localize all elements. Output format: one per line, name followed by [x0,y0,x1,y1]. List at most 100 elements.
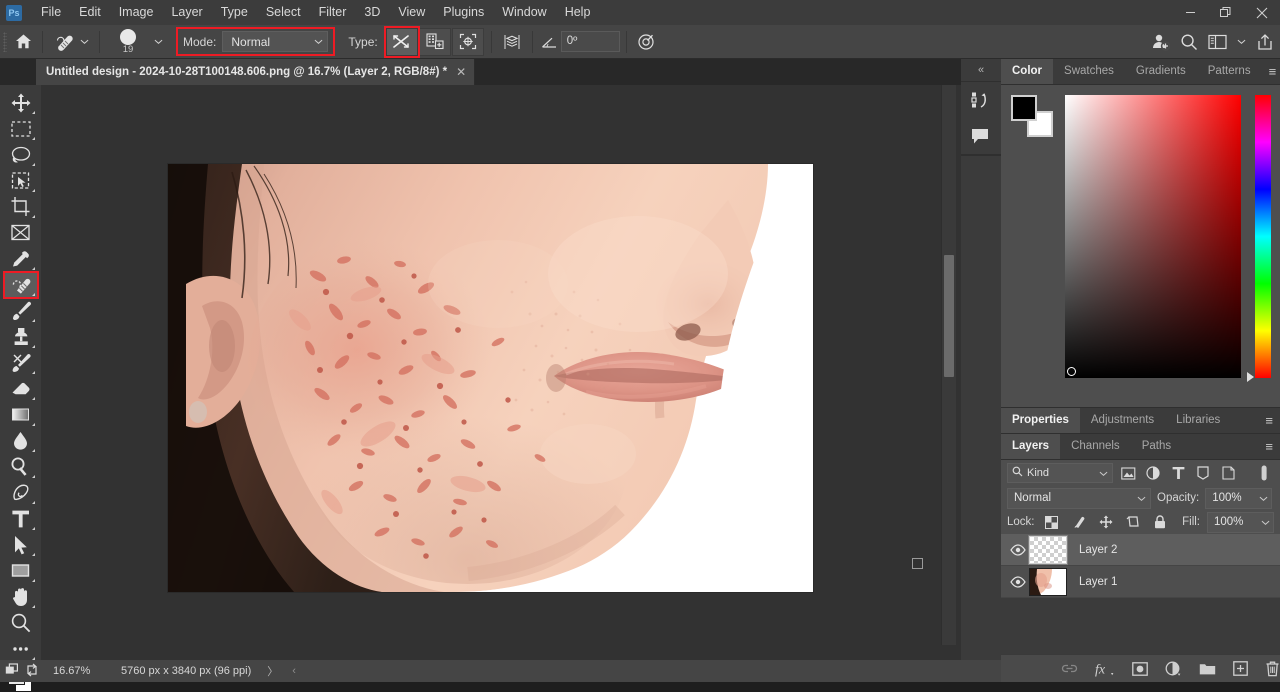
object-selection-tool[interactable] [4,168,38,194]
lock-all-icon[interactable] [1150,512,1170,532]
history-panel-icon[interactable] [961,82,999,118]
comments-panel-icon[interactable] [961,118,999,154]
history-brush-tool[interactable] [4,350,38,376]
delete-layer-icon[interactable] [1265,661,1280,677]
type-filter-icon[interactable] [1168,463,1188,483]
share-person-icon[interactable] [1151,32,1170,51]
mode-select[interactable]: Normal [222,31,329,52]
sample-all-layers-button[interactable] [498,29,526,55]
layer-blend-mode-select[interactable]: Normal [1007,487,1151,509]
vertical-scroll-thumb[interactable] [944,255,954,377]
opacity-field[interactable]: 100% [1205,487,1273,509]
color-field[interactable] [1065,95,1241,378]
screen-mode-icon[interactable] [5,662,19,680]
menu-item-plugins[interactable]: Plugins [434,0,493,25]
lock-transparent-pixels-icon[interactable] [1042,512,1062,532]
edit-toolbar[interactable] [4,636,38,662]
layer-visibility-eye-icon[interactable] [1007,543,1029,556]
menu-item-select[interactable]: Select [257,0,310,25]
tab-paths[interactable]: Paths [1131,434,1182,459]
new-adjustment-layer-icon[interactable] [1165,661,1182,677]
type-create-texture-button[interactable] [418,27,451,56]
fill-field[interactable]: 100% [1207,511,1274,533]
chevron-down-icon[interactable] [1237,37,1246,46]
layer-row[interactable]: Layer 1 [1001,566,1280,598]
blur-tool[interactable] [4,428,38,454]
tab-channels[interactable]: Channels [1060,434,1131,459]
menu-item-3d[interactable]: 3D [355,0,389,25]
move-tool[interactable] [4,90,38,116]
canvas-vertical-scrollbar[interactable] [941,85,956,645]
pressure-for-size-icon[interactable] [633,33,659,51]
menu-item-layer[interactable]: Layer [162,0,211,25]
new-group-icon[interactable] [1199,662,1216,676]
menu-item-file[interactable]: File [32,0,70,25]
layer-thumbnail[interactable] [1028,534,1068,565]
zoom-level[interactable]: 16.67% [53,665,115,677]
artboard[interactable] [168,164,923,592]
pen-tool[interactable] [4,480,38,506]
lock-position-icon[interactable] [1096,512,1116,532]
maximize-restore-button[interactable] [1208,0,1244,25]
zoom-tool[interactable] [4,610,38,636]
layer-row[interactable]: Layer 2 [1001,534,1280,566]
brush-preset-picker[interactable]: 19 [106,27,150,57]
eraser-tool[interactable] [4,376,38,402]
canvas-area[interactable] [41,85,961,660]
lock-image-pixels-icon[interactable] [1069,512,1089,532]
path-selection-tool[interactable] [4,532,38,558]
tool-preset-picker[interactable] [49,31,93,53]
layer-filter-kind-select[interactable]: Kind [1007,463,1113,483]
hue-slider-marker[interactable] [1247,372,1254,382]
menu-item-filter[interactable]: Filter [310,0,356,25]
color-field-marker[interactable] [1067,367,1076,376]
new-layer-icon[interactable] [1233,661,1248,676]
type-content-aware-button[interactable] [383,25,420,58]
menu-item-help[interactable]: Help [556,0,600,25]
menu-item-view[interactable]: View [389,0,434,25]
frame-tool[interactable] [4,220,38,246]
document-tab[interactable]: Untitled design - 2024-10-28T100148.606.… [36,59,476,85]
tab-layers[interactable]: Layers [1001,434,1061,459]
tab-patterns[interactable]: Patterns [1197,59,1262,84]
type-proximity-match-button[interactable] [451,27,484,56]
menu-item-edit[interactable]: Edit [70,0,110,25]
close-button[interactable] [1244,0,1280,25]
tab-adjustments[interactable]: Adjustments [1080,408,1165,433]
lasso-tool[interactable] [4,142,38,168]
collapse-panels-button[interactable]: « [961,59,1001,81]
color-panel-foreground-swatch[interactable] [1011,95,1037,121]
menu-item-window[interactable]: Window [493,0,555,25]
options-bar-grip[interactable] [3,31,7,52]
dodge-tool[interactable] [4,454,38,480]
layer-visibility-eye-icon[interactable] [1007,575,1029,588]
layers-panel-menu-icon[interactable]: ≡ [1258,434,1280,459]
smart-object-filter-icon[interactable] [1218,463,1238,483]
tab-properties[interactable]: Properties [1001,408,1080,433]
rectangle-tool[interactable] [4,558,38,584]
hue-slider[interactable] [1247,95,1271,382]
arrange-documents-icon[interactable] [25,663,39,680]
minimize-button[interactable] [1172,0,1208,25]
adjustment-filter-icon[interactable] [1143,463,1163,483]
image-filter-icon[interactable] [1118,463,1138,483]
rectangular-marquee-tool[interactable] [4,116,38,142]
properties-panel-menu-icon[interactable]: ≡ [1258,408,1280,433]
status-left-arrow[interactable]: ‹ [292,665,296,677]
color-panel-menu-icon[interactable]: ≡ [1262,59,1280,84]
hand-tool[interactable] [4,584,38,610]
layer-style-fx-icon[interactable]: fx [1095,661,1115,677]
workspace-icon[interactable] [1208,34,1227,50]
menu-item-image[interactable]: Image [110,0,163,25]
export-icon[interactable] [1256,33,1274,51]
spot-healing-brush-tool[interactable] [2,271,39,299]
tab-color[interactable]: Color [1001,59,1054,84]
gradient-tool[interactable] [4,402,38,428]
search-icon[interactable] [1180,33,1198,51]
eyedropper-tool[interactable] [4,246,38,272]
status-expand-arrow[interactable]: 〉 [267,663,278,679]
tab-libraries[interactable]: Libraries [1165,408,1231,433]
clone-stamp-tool[interactable] [4,324,38,350]
home-icon[interactable] [10,30,36,54]
add-layer-mask-icon[interactable] [1132,661,1148,676]
